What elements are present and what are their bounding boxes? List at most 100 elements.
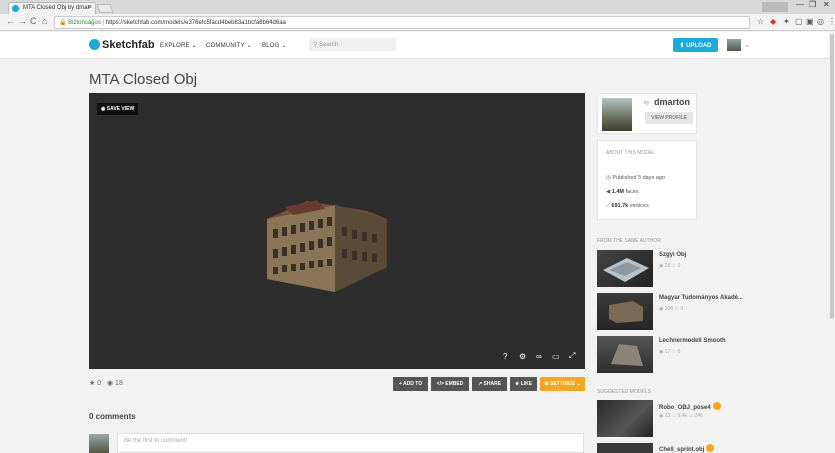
published-row: ◷ Published 5 days ago xyxy=(606,175,665,181)
extension-icon[interactable]: ◆ xyxy=(770,17,776,26)
back-button[interactable]: ← xyxy=(6,16,15,26)
model-title[interactable]: Lechnermodell Smooth xyxy=(659,338,726,344)
eye-icon: ◉ xyxy=(659,263,664,269)
model-title[interactable]: Chell_sprint.obj xyxy=(659,444,715,453)
model-meta: ◉ 13 ☆ 9.4k ▭ 246 xyxy=(659,413,703,419)
extension-icon[interactable]: ✦ xyxy=(783,17,790,26)
model-thumbnail[interactable] xyxy=(597,336,653,373)
model-thumbnail[interactable] xyxy=(597,443,653,453)
url-input[interactable]: 🔒 Biztonságos | https://sketchfab.com/mo… xyxy=(54,16,750,29)
add-to-button[interactable]: + ADD TO xyxy=(393,377,428,391)
faces-row: ◀ 1.4M faces xyxy=(606,189,639,195)
map-model-preview xyxy=(603,258,649,282)
model-thumbnail[interactable] xyxy=(597,250,653,287)
eye-icon: ◉ xyxy=(659,413,664,419)
search-input[interactable]: ⚲ Search xyxy=(309,38,396,51)
author-name[interactable]: dmarton xyxy=(654,97,690,107)
gear-icon: ⚙ xyxy=(544,381,549,387)
embed-button[interactable]: </> EMBED xyxy=(431,377,469,391)
minimize-button[interactable]: — xyxy=(796,0,804,9)
upload-icon: ⬆ xyxy=(679,43,685,49)
community-menu[interactable]: COMMUNITY ⌄ xyxy=(206,42,252,49)
upload-button[interactable]: ⬆ UPLOAD xyxy=(673,38,718,52)
building-model xyxy=(267,200,387,292)
building-preview xyxy=(609,301,643,323)
explore-menu[interactable]: EXPLORE ⌄ xyxy=(160,42,197,49)
extension-icon[interactable]: ▢ xyxy=(795,17,803,26)
comment-input[interactable]: Be the first to comment! xyxy=(117,433,584,453)
sketchfab-logo[interactable]: Sketchfab xyxy=(89,39,155,51)
views-count: 18 xyxy=(115,380,123,387)
staff-pick-badge-icon xyxy=(706,444,715,452)
vertices-row: ⟋ 691.7k vertices xyxy=(606,203,649,209)
sketchfab-favicon-icon xyxy=(12,5,19,12)
user-profile-badge[interactable] xyxy=(762,2,788,12)
star-icon: ★ xyxy=(89,380,96,387)
restore-button[interactable]: ❐ xyxy=(809,0,816,9)
suggested-heading: SUGGESTED MODELS xyxy=(597,389,651,395)
extension-icon[interactable]: ◎ xyxy=(817,17,824,26)
star-icon: ★ xyxy=(514,381,520,387)
address-bar-row: ← → C ⌂ 🔒 Biztonságos | https://sketchfa… xyxy=(0,14,835,31)
reload-button[interactable]: C xyxy=(30,16,37,26)
logo-text: Sketchfab xyxy=(102,39,155,51)
model-meta: ◉ 106 ☆ 0 xyxy=(659,306,684,312)
url-text: https://sketchfab.com/models/e376efc5fac… xyxy=(105,20,286,26)
by-label: by xyxy=(644,100,650,106)
likes-count: 0 xyxy=(97,380,102,387)
model-thumbnail[interactable] xyxy=(597,293,653,330)
site-header: Sketchfab EXPLORE ⌄ COMMUNITY ⌄ BLOG ⌄ ⚲… xyxy=(0,32,835,59)
blog-menu[interactable]: BLOG ⌄ xyxy=(262,42,287,49)
close-window-button[interactable]: ✕ xyxy=(823,0,830,9)
scrollbar-thumb[interactable] xyxy=(830,34,834,319)
menu-icon[interactable]: ⋮ xyxy=(828,17,835,26)
page-title: MTA Closed Obj xyxy=(89,71,198,88)
tab-close-icon[interactable]: × xyxy=(88,4,92,11)
settings-button[interactable]: ⚙ SETTINGS ⌄ xyxy=(540,377,585,391)
view-profile-button[interactable]: VIEW PROFILE xyxy=(645,112,693,124)
avatar[interactable] xyxy=(727,39,741,51)
settings-gear-icon[interactable]: ⚙ xyxy=(519,352,526,361)
browser-tab-strip: MTA Closed Obj by dmar × — ❐ ✕ xyxy=(0,0,835,14)
clock-icon: ◷ xyxy=(606,175,611,181)
share-button[interactable]: ↗ SHARE xyxy=(472,377,507,391)
eye-icon: ◉ xyxy=(659,306,664,312)
model-thumbnail[interactable] xyxy=(597,400,653,437)
home-button[interactable]: ⌂ xyxy=(42,16,47,26)
avatar[interactable] xyxy=(602,98,632,131)
screen-icon[interactable]: ▭ xyxy=(552,352,560,361)
triangle-icon: ◀ xyxy=(606,189,611,195)
like-button[interactable]: ★ LIKE xyxy=(510,377,537,391)
model-meta: ◉ 17 ☆ 0 xyxy=(659,349,681,355)
share-icon: ↗ xyxy=(477,381,483,387)
help-icon[interactable]: ? xyxy=(503,352,507,361)
chevron-down-icon[interactable]: ⌄ xyxy=(744,41,750,49)
forward-button[interactable]: → xyxy=(18,16,27,26)
save-view-button[interactable]: ◉ SAVE VIEW xyxy=(97,103,139,115)
sketchfab-logo-icon xyxy=(89,39,100,50)
new-tab-button[interactable] xyxy=(96,4,114,13)
vr-icon[interactable]: ∞ xyxy=(536,352,542,361)
model-title[interactable]: Magyar Tudományos Akadé... xyxy=(659,295,743,301)
search-icon: ⚲ xyxy=(313,42,318,48)
comment-icon: ▭ xyxy=(688,413,694,419)
about-card: ABOUT THIS MODEL ◷ Published 5 days ago … xyxy=(597,140,697,220)
model-viewer[interactable]: ◉ SAVE VIEW ? ⚙ ∞ ▭ ⤢ xyxy=(89,93,585,369)
fullscreen-icon[interactable]: ⤢ xyxy=(569,351,575,361)
browser-tab[interactable]: MTA Closed Obj by dmar × xyxy=(8,2,96,14)
model-title[interactable]: Robo_OBJ_pose4 xyxy=(659,402,721,411)
from-author-heading: FROM THE SAME AUTHOR xyxy=(597,238,661,244)
camera-icon: ◉ xyxy=(101,106,106,112)
page-scrollbar[interactable] xyxy=(829,32,835,453)
model-title[interactable]: Szgyi Obj xyxy=(659,252,686,258)
star-icon: ☆ xyxy=(671,263,677,269)
search-placeholder: Search xyxy=(319,42,339,48)
tab-title: MTA Closed Obj by dmar xyxy=(23,5,90,11)
eye-icon: ◉ xyxy=(106,380,114,387)
vertex-icon: ⟋ xyxy=(606,203,610,209)
lock-icon: 🔒 xyxy=(59,20,67,26)
secure-label: Biztonságos xyxy=(68,20,101,26)
staff-pick-badge-icon xyxy=(712,402,721,410)
bookmark-star-icon[interactable]: ☆ xyxy=(757,17,764,26)
extension-icon[interactable]: ▣ xyxy=(806,17,814,26)
